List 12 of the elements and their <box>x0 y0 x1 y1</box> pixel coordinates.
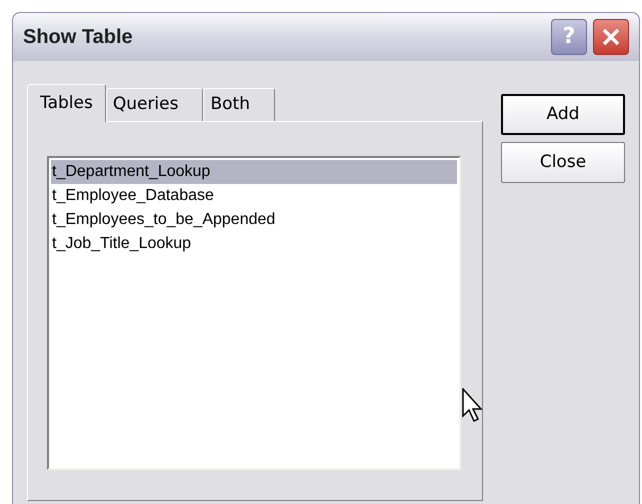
list-item[interactable]: t_Employees_to_be_Appended <box>51 208 457 232</box>
tab[interactable]: Tables <box>27 84 106 122</box>
tab[interactable]: Queries <box>106 88 204 121</box>
close-button[interactable] <box>593 19 629 55</box>
list-item[interactable]: t_Employee_Database <box>51 184 457 208</box>
list-item[interactable]: t_Department_Lookup <box>51 160 457 184</box>
dialog-button[interactable]: Close <box>501 142 625 183</box>
tab[interactable]: Both <box>203 88 275 121</box>
window-title: Show Table <box>23 25 134 50</box>
close-icon <box>601 27 621 47</box>
dialog-button[interactable]: Add <box>501 94 625 135</box>
list-item[interactable]: t_Job_Title_Lookup <box>51 232 457 256</box>
